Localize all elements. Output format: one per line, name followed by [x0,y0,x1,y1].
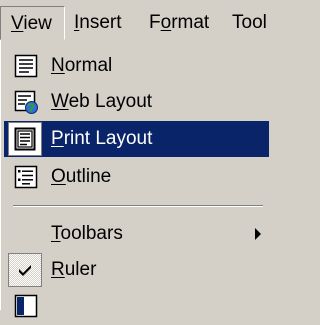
menu-format-pre: F [149,12,161,33]
menu-item-ruler-mnemonic: R [51,259,65,280]
menu-item-outline-text: utline [65,166,112,187]
menu-item-toolbars-text: oolbars [60,223,123,244]
menu-item-web-layout-mnemonic: W [51,91,69,112]
document-map-icon [13,293,39,319]
menu-item-partial[interactable] [4,289,269,325]
menu-item-normal-label: Normal [51,48,112,84]
view-dropdown-menu: Normal Web Layout Print Layout Outline T… [0,40,271,318]
normal-view-icon [13,53,39,79]
outline-view-icon [13,164,39,190]
menu-item-web-layout-label: Web Layout [51,84,152,120]
menu-item-web-layout-text: eb Layout [68,91,153,112]
menu-item-print-layout-mnemonic: P [51,128,64,149]
menu-item-ruler-text: uler [64,259,97,280]
menu-tools-label: Tool [232,12,267,33]
menu-item-print-layout-text: rint Layout [63,128,153,149]
print-layout-icon [8,122,42,156]
menu-format-mnemonic: o [160,12,172,33]
menu-item-outline[interactable]: Outline [4,159,269,195]
menu-item-toolbars[interactable]: Toolbars [4,216,269,252]
menu-view[interactable]: View [0,6,65,40]
menu-item-toolbars-label: Toolbars [51,216,123,252]
menu-item-ruler-label: Ruler [51,252,96,288]
menu-separator [13,205,263,207]
menu-item-normal-text: ormal [64,55,113,76]
menu-item-web-layout[interactable]: Web Layout [4,84,269,120]
menu-view-label: iew [23,13,52,34]
menu-insert-label: nsert [79,12,122,33]
checkmark-icon [8,253,42,287]
web-layout-icon [13,89,39,115]
menu-tools[interactable]: Tool [232,6,267,40]
menu-view-mnemonic: V [11,13,24,34]
menu-item-normal-mnemonic: N [51,55,65,76]
menu-insert[interactable]: Insert [74,6,122,40]
menu-item-normal[interactable]: Normal [4,48,269,84]
submenu-arrow-icon [255,228,261,240]
menu-format-label: rmat [171,12,210,33]
menu-item-print-layout[interactable]: Print Layout [4,121,269,157]
menu-item-print-layout-label: Print Layout [51,121,152,157]
menu-item-toolbars-mnemonic: T [51,223,61,244]
menu-item-ruler[interactable]: Ruler [4,252,269,288]
menu-item-outline-label: Outline [51,159,111,195]
menu-item-outline-mnemonic: O [51,166,66,187]
menu-format[interactable]: Format [149,6,209,40]
